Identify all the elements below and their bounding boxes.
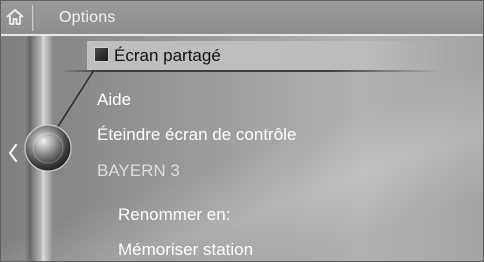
header-divider — [32, 5, 35, 31]
options-screen: Options Écran partagé Aide Éteindre écra… — [0, 0, 484, 262]
chevron-left-icon[interactable] — [7, 143, 19, 163]
page-title: Options — [59, 9, 116, 26]
menu-item-ecran-partage[interactable]: Écran partagé — [94, 46, 221, 66]
menu-item-aide[interactable]: Aide — [97, 90, 131, 110]
controller-knob-icon[interactable] — [23, 123, 73, 173]
home-icon[interactable] — [5, 8, 25, 26]
menu-item-memoriser-station[interactable]: Mémoriser station — [118, 240, 253, 260]
menu-item-eteindre-ecran[interactable]: Éteindre écran de contrôle — [97, 125, 296, 145]
selected-marker-icon — [94, 47, 109, 62]
menu-item-station-name: BAYERN 3 — [97, 161, 180, 180]
selection-underline — [61, 70, 441, 72]
header-bar: Options — [1, 1, 483, 36]
menu-item-label: Écran partagé — [114, 46, 221, 65]
menu-item-renommer[interactable]: Renommer en: — [118, 205, 230, 225]
